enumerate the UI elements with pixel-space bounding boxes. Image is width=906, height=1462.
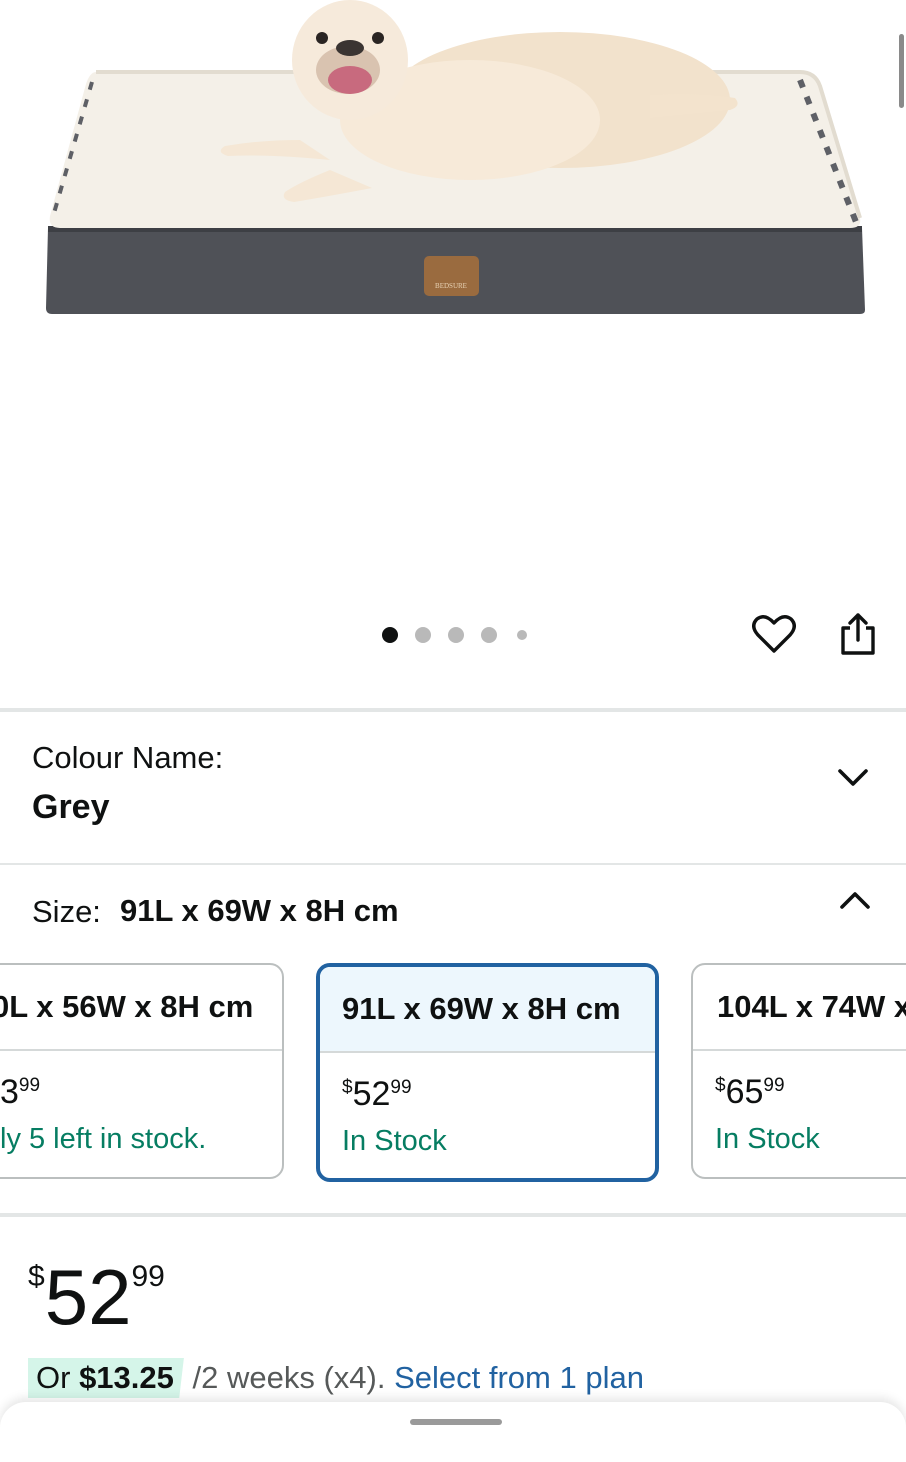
price-symbol: $ bbox=[342, 1077, 353, 1098]
size-option-stock: In Stock bbox=[342, 1125, 447, 1157]
size-option-label: 104L x 74W x bbox=[693, 965, 906, 1051]
size-option-label-text: 104L x 74W x bbox=[717, 989, 906, 1024]
colour-selector[interactable]: Colour Name: Grey bbox=[0, 712, 906, 862]
carousel-dot-1[interactable] bbox=[382, 627, 398, 643]
section-divider bbox=[0, 863, 906, 865]
size-option-price: $5299 bbox=[342, 1075, 412, 1114]
bottom-sheet[interactable] bbox=[0, 1402, 906, 1462]
installment-terms: /2 weeks (x4). bbox=[192, 1360, 386, 1395]
section-divider bbox=[0, 1213, 906, 1217]
price-fraction: 99 bbox=[18, 1075, 41, 1096]
size-option-card[interactable]: 0L x 56W x 8H cm 399 ly 5 left in stock. bbox=[0, 963, 284, 1179]
sheet-drag-handle[interactable] bbox=[410, 1419, 502, 1425]
price-fraction: 99 bbox=[390, 1077, 412, 1098]
size-option-label-text: 91L x 69W x 8H cm bbox=[342, 991, 621, 1026]
size-value: 91L x 69W x 8H cm bbox=[120, 893, 399, 928]
price-fraction: 99 bbox=[763, 1075, 785, 1096]
carousel-dot-4[interactable] bbox=[481, 627, 497, 643]
price-whole: 3 bbox=[0, 1073, 19, 1111]
price-whole: 52 bbox=[44, 1253, 132, 1341]
size-selector-header[interactable]: Size: 91L x 69W x 8H cm bbox=[0, 866, 906, 956]
wishlist-button[interactable] bbox=[746, 606, 802, 662]
size-option-price: $6599 bbox=[715, 1073, 785, 1112]
product-price: $5299 bbox=[28, 1252, 165, 1343]
installment-badge: Or $13.25 bbox=[28, 1358, 184, 1398]
size-option-card[interactable]: 104L x 74W x $6599 In Stock bbox=[691, 963, 906, 1179]
carousel-dot-2[interactable] bbox=[415, 627, 431, 643]
size-label: Size: bbox=[32, 894, 101, 929]
carousel-dot-3[interactable] bbox=[448, 627, 464, 643]
size-option-label-text: 0L x 56W x 8H cm bbox=[0, 989, 254, 1024]
chevron-up-icon[interactable] bbox=[838, 890, 872, 912]
chevron-down-icon[interactable] bbox=[836, 766, 870, 788]
scroll-indicator[interactable] bbox=[899, 34, 904, 108]
size-option-price: 399 bbox=[0, 1073, 40, 1112]
share-icon bbox=[841, 613, 875, 655]
price-symbol: $ bbox=[715, 1075, 726, 1096]
brand-tag: BEDSURE bbox=[435, 282, 467, 290]
size-option-card-selected[interactable]: 91L x 69W x 8H cm $5299 In Stock bbox=[316, 963, 659, 1182]
price-whole: 52 bbox=[352, 1075, 391, 1113]
heart-outline-icon bbox=[752, 615, 796, 653]
price-whole: 65 bbox=[725, 1073, 764, 1111]
installment-amount: $13.25 bbox=[79, 1360, 174, 1395]
size-option-stock: In Stock bbox=[715, 1123, 820, 1155]
installment-offer: Or $13.25 /2 weeks (x4). Select from 1 p… bbox=[28, 1358, 644, 1398]
carousel-dot-5[interactable] bbox=[517, 630, 527, 640]
colour-value: Grey bbox=[32, 788, 110, 826]
size-option-label: 91L x 69W x 8H cm bbox=[320, 967, 655, 1053]
product-image-carousel[interactable]: BEDSURE bbox=[0, 0, 906, 600]
size-option-stock: ly 5 left in stock. bbox=[0, 1123, 207, 1155]
price-currency: $ bbox=[28, 1260, 45, 1293]
select-plan-link[interactable]: Select from 1 plan bbox=[394, 1360, 644, 1395]
installment-prefix: Or bbox=[36, 1360, 71, 1395]
product-photo: BEDSURE bbox=[46, 0, 865, 314]
colour-label: Colour Name: bbox=[32, 740, 224, 775]
share-button[interactable] bbox=[830, 606, 886, 662]
price-fraction: 99 bbox=[131, 1260, 165, 1293]
size-option-label: 0L x 56W x 8H cm bbox=[0, 965, 282, 1051]
